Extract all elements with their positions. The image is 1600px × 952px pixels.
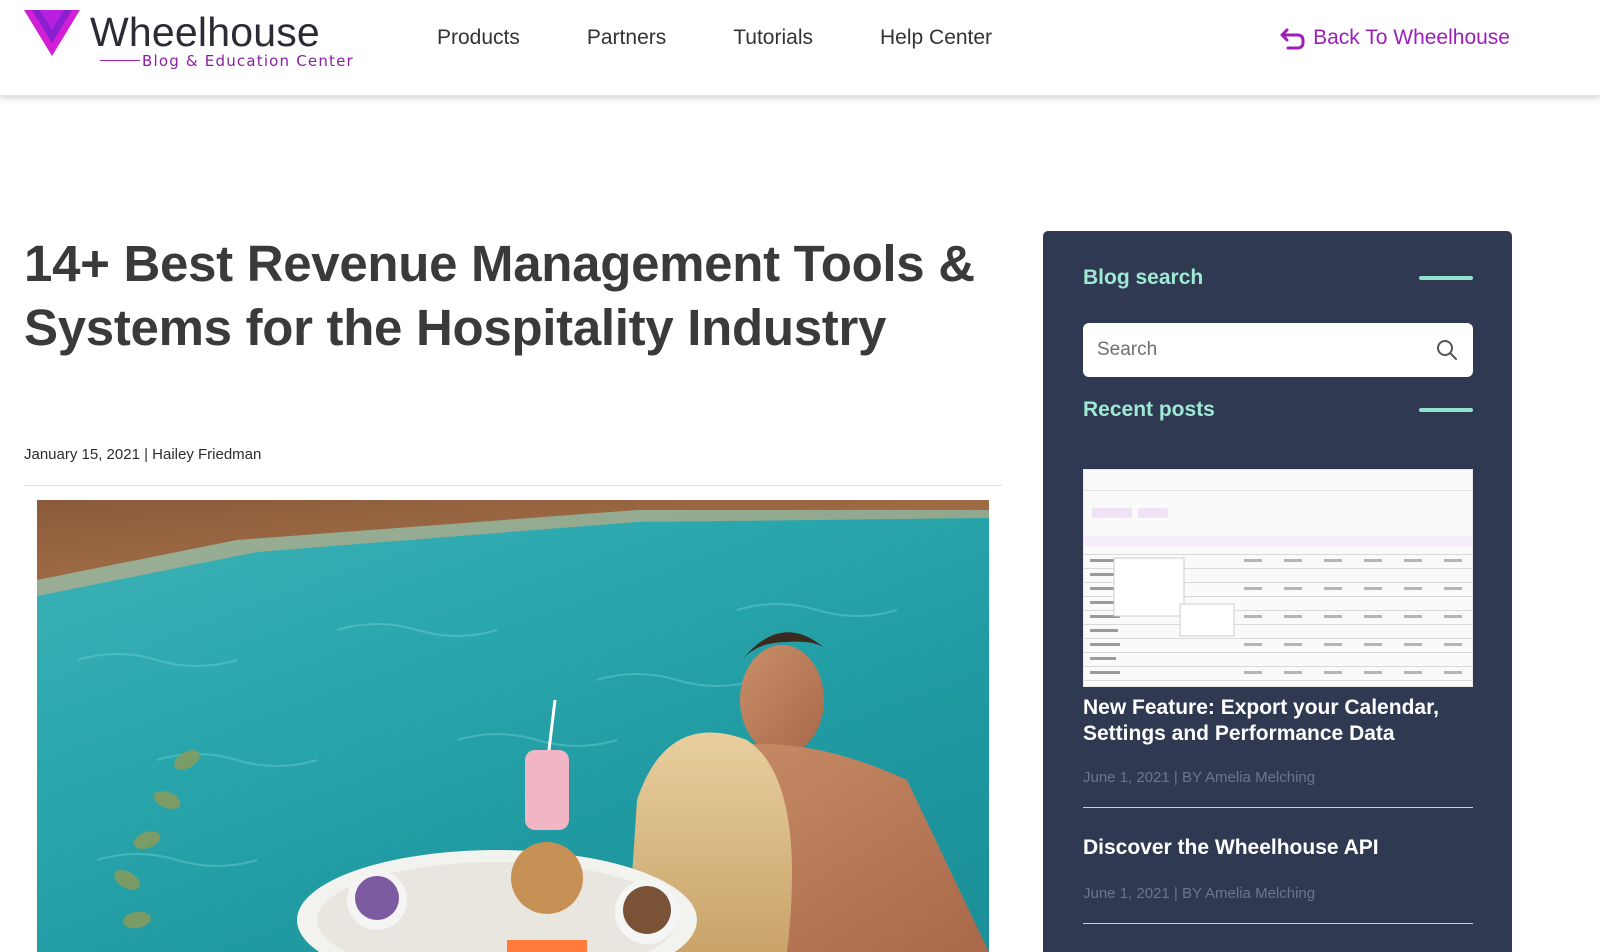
back-to-wheelhouse-link[interactable]: Back To Wheelhouse <box>1279 23 1510 53</box>
site-header: Wheelhouse Blog & Education Center Produ… <box>0 0 1600 96</box>
post-thumbnail[interactable] <box>1083 469 1473 687</box>
sidebar: Blog search Recent posts <box>1043 231 1512 952</box>
section-accent-bar <box>1419 408 1473 412</box>
nav-help-center[interactable]: Help Center <box>880 24 992 52</box>
recent-posts-header: Recent posts <box>1083 395 1473 425</box>
blog-search-title: Blog search <box>1083 266 1204 289</box>
nav-partners[interactable]: Partners <box>587 24 666 52</box>
post-divider <box>1083 923 1473 924</box>
nav-products[interactable]: Products <box>437 24 520 52</box>
logo-mark-icon <box>24 10 80 56</box>
recent-post-meta-1: June 1, 2021 | BY Amelia Melching <box>1083 769 1316 786</box>
pool-photo <box>37 500 989 952</box>
article-title: 14+ Best Revenue Management Tools & Syst… <box>24 235 975 356</box>
recent-post-meta-2: June 1, 2021 | BY Amelia Melching <box>1083 885 1316 902</box>
search-box <box>1083 323 1473 377</box>
spreadsheet-thumbnail <box>1084 470 1472 686</box>
logo-subtitle: Blog & Education Center <box>142 52 354 70</box>
wheelhouse-logo[interactable]: Wheelhouse Blog & Education Center <box>24 8 353 72</box>
post-divider <box>1083 807 1473 808</box>
logo-wordmark: Wheelhouse <box>90 9 320 55</box>
nav-tutorials[interactable]: Tutorials <box>733 24 813 52</box>
return-arrow-icon <box>1280 28 1305 50</box>
article-meta: January 15, 2021 | Hailey Friedman <box>24 446 262 463</box>
logo-divider <box>100 60 140 61</box>
hero-image <box>37 500 989 952</box>
section-accent-bar <box>1419 276 1473 280</box>
back-link-label: Back To Wheelhouse <box>1313 26 1510 49</box>
article-divider <box>24 485 1002 486</box>
search-icon[interactable] <box>1435 338 1459 362</box>
recent-post-title-1[interactable]: New Feature: Export your Calendar, Setti… <box>1083 695 1473 747</box>
recent-posts-title: Recent posts <box>1083 398 1215 421</box>
main-nav: Products Partners Tutorials Help Center <box>437 24 1059 52</box>
blog-search-header: Blog search <box>1083 263 1473 293</box>
search-input[interactable] <box>1097 339 1435 361</box>
recent-post-title-2[interactable]: Discover the Wheelhouse API <box>1083 835 1473 861</box>
